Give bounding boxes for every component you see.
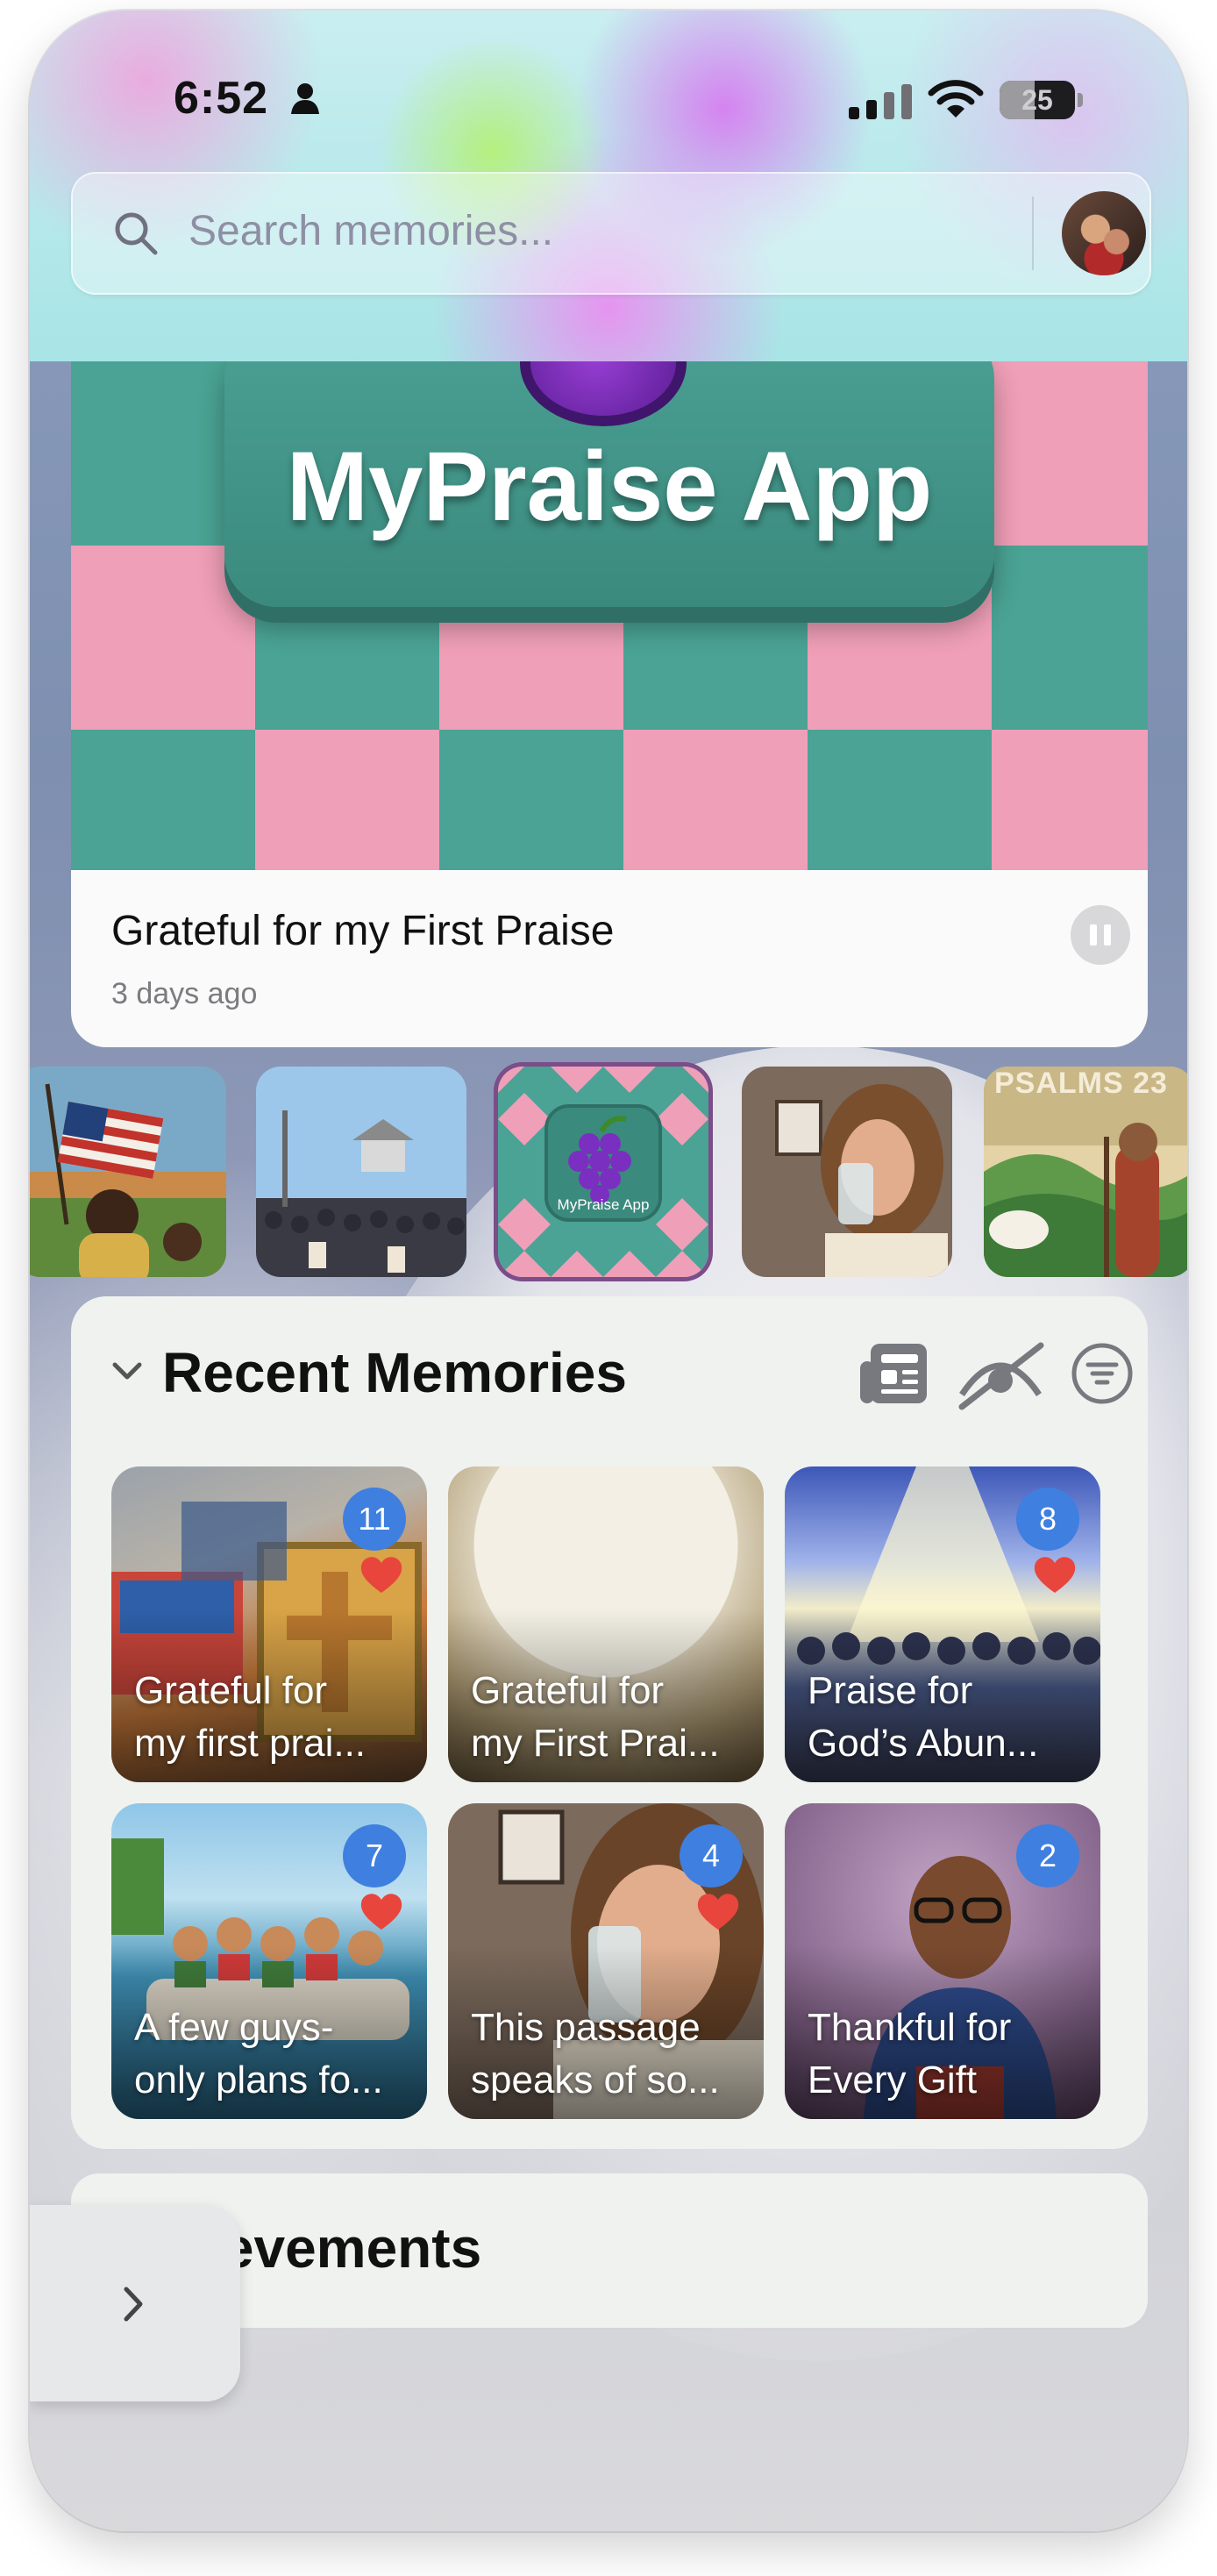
newspaper-icon[interactable] [857, 1338, 930, 1409]
featured-memory-card[interactable]: MyPraise App Grateful for my First Prais… [71, 361, 1148, 1047]
pier-crowd-icon [256, 1067, 466, 1277]
search-bar[interactable]: Search memories... [71, 172, 1151, 295]
avatar[interactable] [1062, 191, 1146, 275]
chevron-right-icon [124, 2287, 143, 2322]
memory-count-badge: 4 [680, 1824, 743, 1887]
thumbnail-app-label: MyPraise App [557, 1196, 650, 1213]
battery-icon: 25 [1000, 81, 1075, 119]
person-icon [291, 83, 319, 114]
memory-tile-label: A few guys- only plans fo... [134, 2006, 383, 2101]
memory-count-badge: 2 [1016, 1824, 1079, 1887]
memory-tile[interactable]: 7 A few guys- only plans fo... [111, 1803, 427, 2119]
memory-count-badge: 8 [1016, 1488, 1079, 1551]
memory-tile-label: Grateful for my first prai... [134, 1669, 367, 1765]
chevron-down-icon[interactable] [110, 1358, 145, 1384]
app-logo-text: MyPraise App [286, 432, 933, 541]
memory-count-badge: 7 [343, 1824, 406, 1887]
thumbnail-flag[interactable] [30, 1067, 226, 1277]
search-divider [1032, 196, 1034, 270]
memory-tile[interactable]: 4 This passage speaks of so... [448, 1803, 764, 2119]
featured-artwork: MyPraise App [71, 361, 1148, 870]
pause-icon-bar [1104, 924, 1111, 945]
wifi-icon [928, 80, 984, 118]
search-input[interactable]: Search memories... [189, 207, 553, 255]
memory-tile[interactable]: 2 Thankful for Every Gift [785, 1803, 1100, 2119]
thumbnail-psalms-23[interactable]: PSALMS 23 [984, 1067, 1187, 1277]
pause-icon [1090, 924, 1097, 945]
heart-icon [697, 1894, 739, 1930]
featured-title: Grateful for my First Praise [111, 908, 615, 954]
header-area: 6:52 25 Search memories... [30, 11, 1187, 361]
psalm-heading: PSALMS 23 [994, 1067, 1168, 1100]
woman-photo-icon [742, 1067, 952, 1277]
memory-tile-label: Grateful for my First Prai... [471, 1669, 720, 1765]
memory-tile[interactable]: 11 Grateful for my first prai... [111, 1466, 427, 1782]
app-logo-plaque: MyPraise App [224, 361, 994, 607]
search-icon [115, 212, 158, 255]
memory-thumbnail-strip[interactable]: MyPraise App PSALMS 23 [30, 1067, 1187, 1277]
status-time: 6:52 [174, 73, 269, 124]
sidebar-expand-button[interactable] [30, 2205, 240, 2401]
memory-tile[interactable]: Grateful for my First Prai... [448, 1466, 764, 1782]
phone-screen: MyPraise App Grateful for my First Prais… [30, 11, 1187, 2531]
flag-illustration-icon [30, 1067, 226, 1277]
memory-tile-label: This passage speaks of so... [471, 2006, 720, 2101]
heart-icon [1034, 1557, 1076, 1593]
memory-tile-label: Praise for God’s Abun... [808, 1669, 1039, 1765]
mypraise-app-icon [498, 1067, 708, 1277]
featured-time-ago: 3 days ago [111, 977, 258, 1010]
thumbnail-woman-drinking[interactable] [742, 1067, 952, 1277]
thumbnail-mypraise-app-selected[interactable]: MyPraise App [498, 1067, 708, 1277]
heart-icon [360, 1894, 402, 1930]
filter-icon[interactable] [1071, 1342, 1134, 1405]
heart-icon [360, 1557, 402, 1593]
pause-button[interactable] [1071, 905, 1130, 965]
battery-nub [1078, 93, 1083, 107]
recent-memories-title: Recent Memories [162, 1341, 627, 1404]
cellular-signal-icon [849, 84, 912, 119]
grape-icon [520, 361, 687, 426]
visibility-off-icon[interactable] [955, 1337, 1046, 1410]
battery-percent: 25 [1021, 84, 1053, 116]
recent-memories-panel: Recent Memories 11 Grateful for my first… [71, 1296, 1148, 2149]
thumbnail-pier-crowd[interactable] [256, 1067, 466, 1277]
memory-tile-label: Thankful for Every Gift [808, 2006, 1012, 2101]
memory-count-badge: 11 [343, 1488, 406, 1551]
memory-tile[interactable]: 8 Praise for God’s Abun... [785, 1466, 1100, 1782]
